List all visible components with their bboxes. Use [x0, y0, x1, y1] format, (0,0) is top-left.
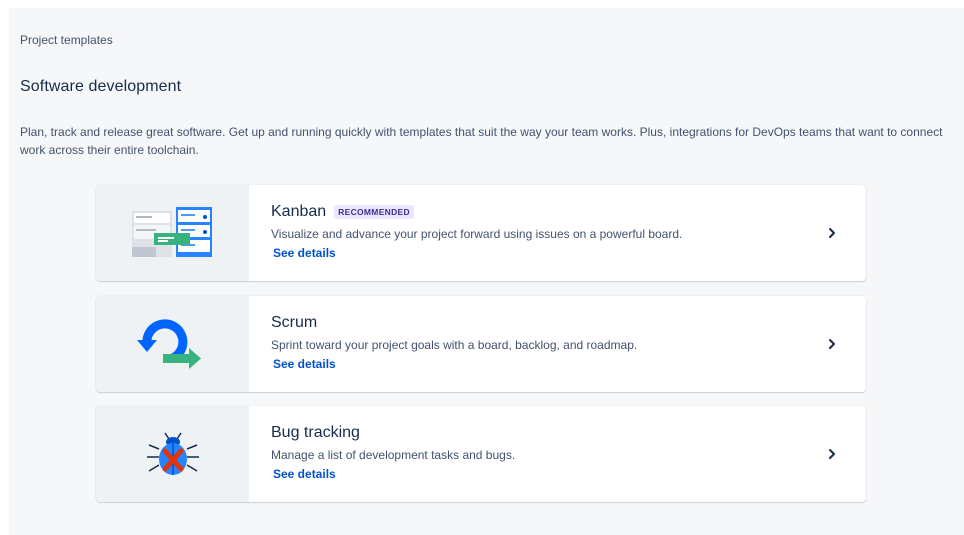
see-details-link[interactable]: See details — [273, 246, 336, 260]
bug-icon — [146, 432, 199, 475]
template-card-bug-tracking[interactable]: Bug tracking Manage a list of developmen… — [96, 406, 866, 502]
scrum-cycle-icon — [136, 319, 201, 369]
section-description: Plan, track and release great software. … — [20, 125, 943, 157]
card-body: Bug tracking Manage a list of developmen… — [271, 424, 806, 483]
card-thumbnail — [96, 406, 249, 502]
card-body: Kanban RECOMMENDED Visualize and advance… — [271, 203, 806, 262]
recommended-badge: RECOMMENDED — [334, 205, 414, 219]
chevron-right-icon[interactable] — [824, 225, 840, 241]
kanban-board-icon — [131, 207, 212, 257]
card-body: Scrum Sprint toward your project goals w… — [271, 314, 806, 373]
template-name: Kanban — [271, 203, 327, 220]
template-name: Scrum — [271, 314, 318, 331]
page-background: Project templates Software development P… — [9, 8, 964, 535]
template-name: Bug tracking — [271, 424, 360, 441]
card-thumbnail — [96, 296, 249, 392]
template-card-scrum[interactable]: Scrum Sprint toward your project goals w… — [96, 296, 866, 392]
see-details-link[interactable]: See details — [273, 467, 336, 481]
breadcrumb[interactable]: Project templates — [20, 33, 113, 47]
see-details-link[interactable]: See details — [273, 357, 336, 371]
card-thumbnail — [96, 185, 249, 281]
chevron-right-icon[interactable] — [824, 336, 840, 352]
template-description: Manage a list of development tasks and b… — [271, 448, 516, 462]
section-title: Software development — [20, 78, 182, 95]
template-description: Visualize and advance your project forwa… — [271, 227, 683, 241]
chevron-right-icon[interactable] — [824, 446, 840, 462]
template-card-kanban[interactable]: Kanban RECOMMENDED Visualize and advance… — [96, 185, 866, 281]
template-description: Sprint toward your project goals with a … — [271, 338, 638, 352]
